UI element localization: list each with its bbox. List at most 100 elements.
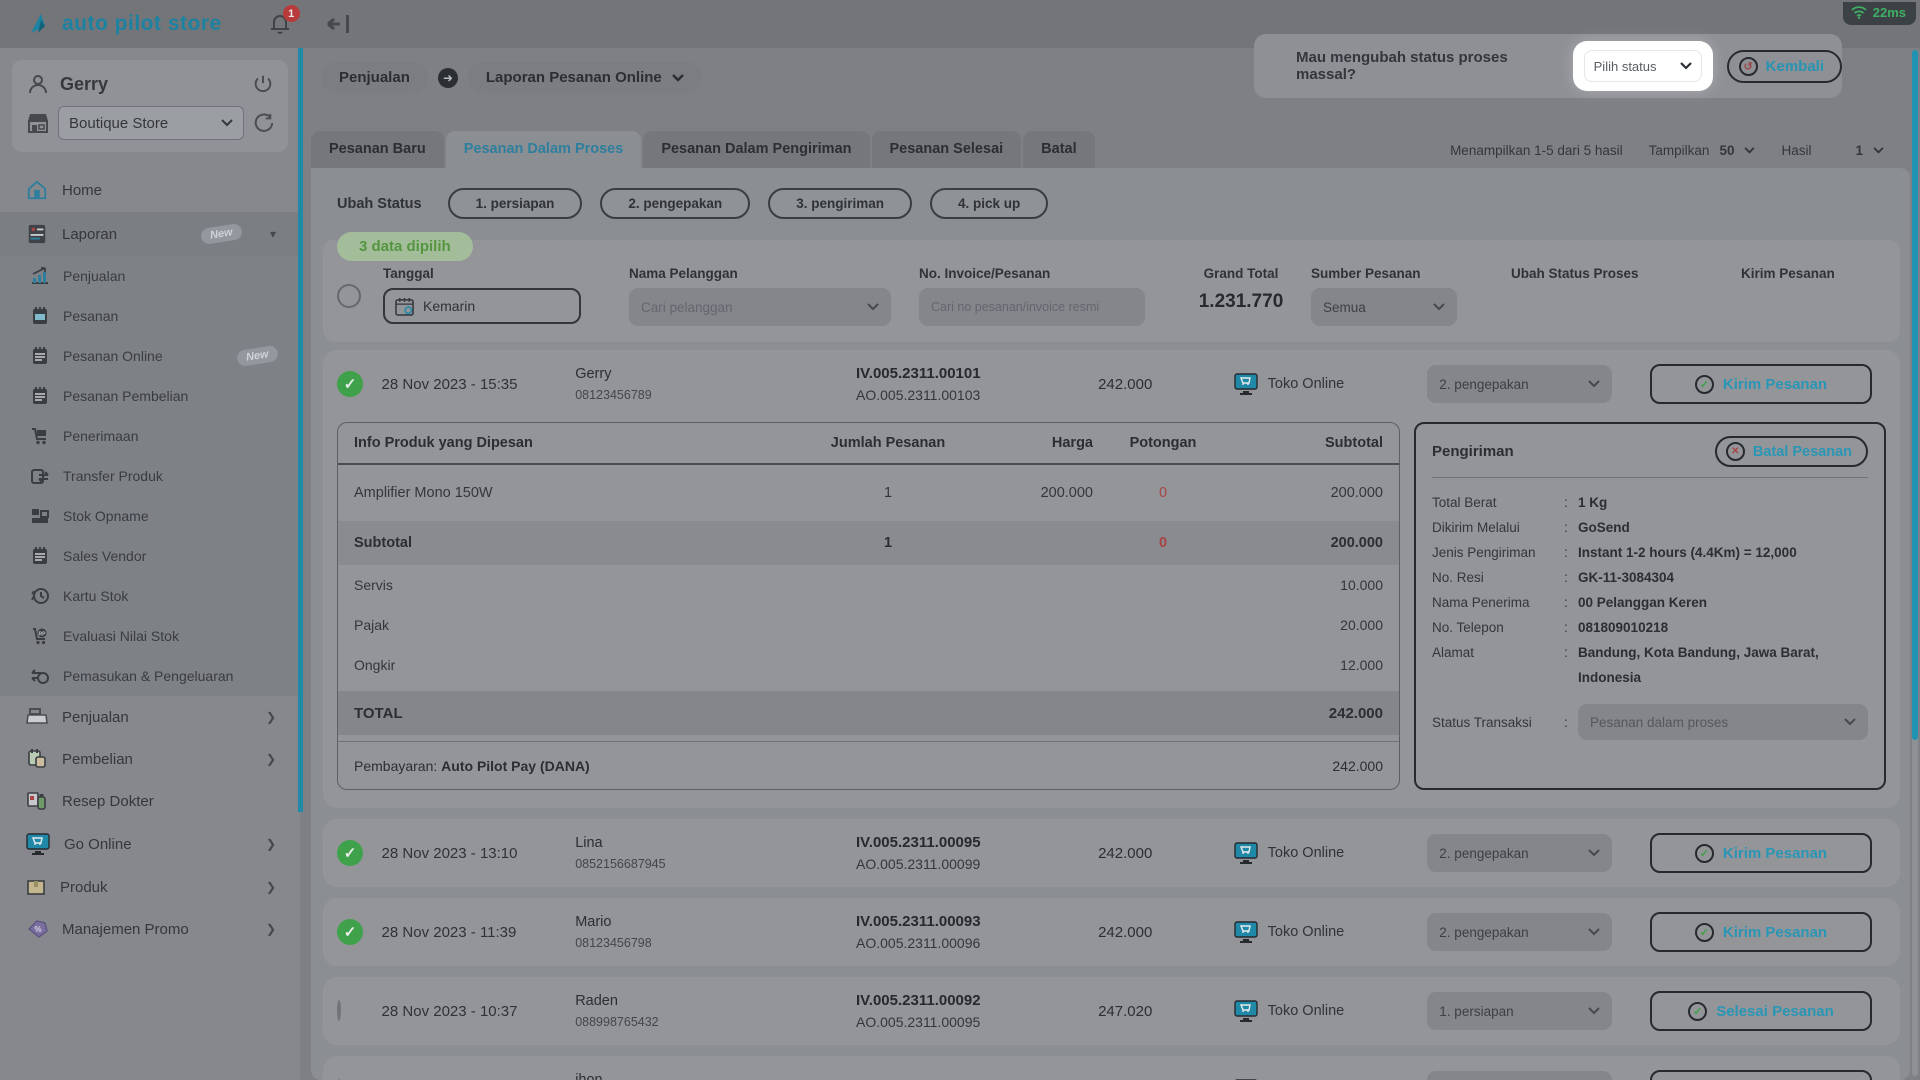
row-checkbox[interactable]: ✓ xyxy=(337,840,363,866)
order-status-select[interactable]: 1. persiapan xyxy=(1427,1071,1612,1080)
send-order-button[interactable]: ✓ Kirim Pesanan xyxy=(1650,1070,1872,1080)
page-size-select[interactable]: Tampilkan 50 xyxy=(1649,143,1756,158)
tab-pesanan-dalam-pengiriman[interactable]: Pesanan Dalam Pengiriman xyxy=(643,131,869,168)
sidebar-item-produk[interactable]: Produk ❯ xyxy=(0,866,300,908)
total-row: TOTAL 242.000 xyxy=(338,691,1399,735)
sidebar-item-pesanan[interactable]: Pesanan xyxy=(0,296,300,336)
main-scrollbar-thumb[interactable] xyxy=(1912,50,1918,740)
back-button[interactable]: ↺ Kembali xyxy=(1727,50,1842,83)
shipping-field: Dikirim Melalui:GoSend xyxy=(1432,515,1868,540)
sidebar-item-pembelian[interactable]: Pembelian ❯ xyxy=(0,738,300,780)
status-chip[interactable]: 2. pengepakan xyxy=(600,188,750,219)
notifications-button[interactable]: 1 xyxy=(268,12,292,36)
status-chip[interactable]: 3. pengiriman xyxy=(768,188,912,219)
shipping-field: Jenis Pengiriman:Instant 1-2 hours (4.4K… xyxy=(1432,540,1868,565)
order-number: AO.005.2311.00103 xyxy=(856,387,1098,403)
stock-opname-icon xyxy=(30,506,50,526)
store-selector[interactable]: Boutique Store xyxy=(58,106,244,140)
select-all-checkbox[interactable] xyxy=(337,284,361,308)
refresh-icon[interactable] xyxy=(252,112,274,134)
sidebar-item-penerimaan[interactable]: Penerimaan xyxy=(0,416,300,456)
order-row[interactable]: 28 Nov 2023 - 09:46 jhon 085241700714 AO… xyxy=(323,1056,1900,1080)
sidebar-item-transfer-produk[interactable]: Transfer Produk xyxy=(0,456,300,496)
sidebar-item-penjualan[interactable]: Penjualan xyxy=(0,256,300,296)
sidebar-item-sales-vendor[interactable]: Sales Vendor xyxy=(0,536,300,576)
tab-pesanan-baru[interactable]: Pesanan Baru xyxy=(311,131,444,168)
sidebar-item-manajemen-promo[interactable]: % Manajemen Promo ❯ xyxy=(0,908,300,950)
send-order-label: Kirim Pesanan xyxy=(1723,376,1827,393)
logout-icon[interactable] xyxy=(252,73,274,95)
shipping-field: Total Berat:1 Kg xyxy=(1432,490,1868,515)
bulk-status-select[interactable]: Pilih status xyxy=(1584,50,1702,82)
order-status-select[interactable]: 2. pengepakan xyxy=(1427,834,1612,872)
sidebar-item-resep-dokter[interactable]: Resep Dokter xyxy=(0,780,300,822)
shipping-fields: Total Berat:1 Kg Dikirim Melalui:GoSend … xyxy=(1432,490,1868,690)
status-chip[interactable]: 4. pick up xyxy=(930,188,1048,219)
item-qty: 1 xyxy=(813,485,963,501)
sidebar-item-penjualan[interactable]: Penjualan ❯ xyxy=(0,696,300,738)
breadcrumb-current[interactable]: Laporan Pesanan Online xyxy=(468,62,702,93)
status-chip[interactable]: 1. persiapan xyxy=(448,188,583,219)
breadcrumb-parent[interactable]: Penjualan xyxy=(321,62,428,93)
filter-header-row: Tanggal Kemarin Nama Pelanggan Cari pela… xyxy=(323,258,1900,342)
invoice-filter-input[interactable]: Cari no pesanan/invoice resmi xyxy=(919,288,1145,326)
sidebar-item-laporan[interactable]: Laporan New ▾ xyxy=(0,212,300,256)
date-filter-input[interactable]: Kemarin xyxy=(383,288,581,324)
back-button-label: Kembali xyxy=(1766,58,1824,75)
stock-value-icon: RP xyxy=(30,626,50,646)
customer-phone: 0852156687945 xyxy=(575,857,856,871)
cashflow-icon xyxy=(30,666,50,686)
row-checkbox[interactable] xyxy=(337,1000,341,1021)
order-row[interactable]: ✓ 28 Nov 2023 - 13:10 Lina 0852156687945… xyxy=(323,819,1900,887)
tab-batal[interactable]: Batal xyxy=(1023,131,1094,168)
send-order-button[interactable]: ✓ Kirim Pesanan xyxy=(1650,833,1872,873)
sidebar-item-kartu-stok[interactable]: Kartu Stok xyxy=(0,576,300,616)
logo-text: auto pilot store xyxy=(62,12,222,36)
tab-pesanan-dalam-proses[interactable]: Pesanan Dalam Proses xyxy=(446,131,642,168)
notification-badge: 1 xyxy=(283,5,300,22)
send-order-button[interactable]: ✓ Kirim Pesanan xyxy=(1650,912,1872,952)
order-row[interactable]: 28 Nov 2023 - 10:37 Raden 088998765432 I… xyxy=(323,977,1900,1045)
payment-row: Pembayaran: Auto Pilot Pay (DANA) 242.00… xyxy=(338,741,1399,789)
invoice-number: IV.005.2311.00101 xyxy=(856,365,1098,382)
row-checkbox-checked[interactable]: ✓ xyxy=(337,371,363,397)
transaction-status-select[interactable]: Pesanan dalam proses xyxy=(1578,704,1868,740)
chevron-right-icon: ❯ xyxy=(266,752,276,766)
order-datetime: 28 Nov 2023 - 15:35 xyxy=(382,376,576,393)
chevron-down-icon xyxy=(1680,62,1692,70)
order-row[interactable]: ✓ 28 Nov 2023 - 11:39 Mario 08123456798 … xyxy=(323,898,1900,966)
order-status-value: 2. pengepakan xyxy=(1439,846,1580,861)
tab-pesanan-selesai[interactable]: Pesanan Selesai xyxy=(872,131,1022,168)
page-select[interactable]: Hasil 1 xyxy=(1781,143,1884,158)
purchase-order-icon xyxy=(30,386,50,406)
order-status-select[interactable]: 2. pengepakan xyxy=(1427,365,1612,403)
customer-filter-select[interactable]: Cari pelanggan xyxy=(629,288,891,326)
sidebar-item-evaluasi-nilai-stok[interactable]: RP Evaluasi Nilai Stok xyxy=(0,616,300,656)
sidebar-item-home[interactable]: Home xyxy=(0,168,300,212)
transaction-status-value: Pesanan dalam proses xyxy=(1590,715,1836,730)
chevron-down-icon xyxy=(221,119,233,127)
order-row[interactable]: ✓ 28 Nov 2023 - 15:35 Gerry 08123456789 … xyxy=(323,350,1900,418)
main-scrollbar[interactable] xyxy=(1912,50,1918,1076)
app-logo[interactable]: auto pilot store xyxy=(28,12,222,36)
source-filter-select[interactable]: Semua xyxy=(1311,288,1457,326)
send-order-button[interactable]: ✓ Kirim Pesanan xyxy=(1650,364,1872,404)
send-order-button[interactable]: ✓ Selesai Pesanan xyxy=(1650,991,1872,1031)
sidebar-item-pesanan-online[interactable]: Pesanan Online New xyxy=(0,336,300,376)
chevron-right-icon: ❯ xyxy=(266,880,276,894)
customer-phone: 08123456798 xyxy=(575,936,856,950)
collapse-sidebar-button[interactable] xyxy=(326,14,354,34)
payment-value: 242.000 xyxy=(1233,758,1383,774)
order-status-select[interactable]: 2. pengepakan xyxy=(1427,913,1612,951)
sidebar-item-pesanan-pembelian[interactable]: Pesanan Pembelian xyxy=(0,376,300,416)
cancel-order-button[interactable]: ✕ Batal Pesanan xyxy=(1715,436,1868,467)
source-filter-value: Semua xyxy=(1323,300,1425,315)
sidebar-item-go-online[interactable]: Go Online ❯ xyxy=(0,822,300,866)
sidebar-item-pemasukan-pengeluaran[interactable]: Pemasukan & Pengeluaran xyxy=(0,656,300,696)
date-filter-value: Kemarin xyxy=(423,298,475,314)
order-status-select[interactable]: 1. persiapan xyxy=(1427,992,1612,1030)
row-checkbox[interactable]: ✓ xyxy=(337,919,363,945)
go-online-icon xyxy=(26,833,50,855)
order-number: AO.005.2311.00096 xyxy=(856,935,1098,951)
sidebar-item-stok-opname[interactable]: Stok Opname xyxy=(0,496,300,536)
